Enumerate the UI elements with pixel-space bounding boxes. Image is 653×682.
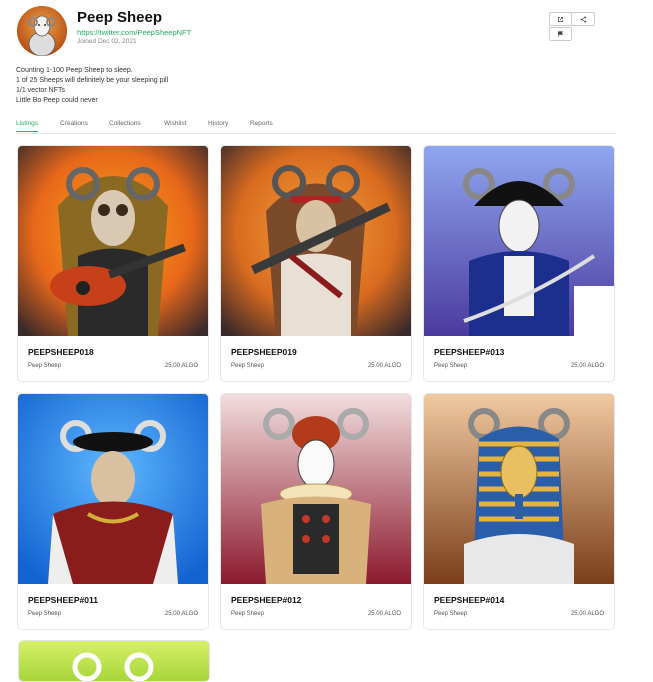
nft-card[interactable]: PEEPSHEEP#011 Peep Sheep 25.00 ALGO (17, 393, 209, 630)
share-button[interactable] (571, 12, 595, 26)
tab-wishlist[interactable]: Wishlist (164, 120, 186, 131)
nft-image (18, 146, 208, 336)
nft-card[interactable] (18, 640, 210, 682)
tab-listings[interactable]: Listings (16, 120, 39, 132)
tab-history[interactable]: History (208, 120, 228, 131)
external-link-icon (558, 16, 563, 22)
profile-bio: Counting 1-100 Peep Sheep to sleep. 1 of… (16, 66, 168, 106)
nft-creator: Peep Sheep (28, 363, 62, 369)
open-link-button[interactable] (549, 12, 572, 26)
nft-title: PEEPSHEEP#013 (434, 347, 505, 357)
nft-price: 25.00 ALGO (164, 611, 198, 617)
report-button[interactable] (549, 27, 572, 41)
nft-price: 25.00 ALGO (367, 611, 401, 617)
bio-line: 1 of 25 Sheeps will definitely be your s… (16, 77, 169, 84)
nft-price: 25.00 ALGO (570, 363, 604, 369)
tab-collections[interactable]: Collections (109, 120, 141, 131)
nft-title: PEEPSHEEP019 (231, 347, 297, 357)
nft-card[interactable]: PEEPSHEEP#012 Peep Sheep 25.00 ALGO (220, 393, 412, 630)
nft-creator: Peep Sheep (231, 611, 265, 617)
nft-image (424, 146, 614, 336)
tab-creations[interactable]: Creations (60, 120, 88, 131)
bio-line: Little Bo Peep could never (16, 97, 98, 104)
profile-avatar (17, 6, 67, 56)
nft-creator: Peep Sheep (434, 611, 468, 617)
bio-line: 1/1 vector NFTs (16, 87, 66, 94)
nft-title: PEEPSHEEP#014 (434, 595, 505, 605)
nft-creator: Peep Sheep (434, 363, 468, 369)
share-icon (580, 15, 586, 23)
nft-image (19, 641, 209, 681)
nft-card[interactable]: PEEPSHEEP#013 Peep Sheep 25.00 ALGO (423, 145, 615, 382)
nft-creator: Peep Sheep (28, 611, 62, 617)
nft-image (18, 394, 208, 584)
profile-joined-date: Joined Dec 02, 2021 (77, 38, 137, 45)
nft-card[interactable]: PEEPSHEEP#014 Peep Sheep 25.00 ALGO (423, 393, 615, 630)
nft-price: 25.00 ALGO (367, 363, 401, 369)
bio-line: Counting 1-100 Peep Sheep to sleep. (16, 67, 133, 74)
nft-card[interactable]: PEEPSHEEP018 Peep Sheep 25.00 ALGO (17, 145, 209, 382)
nft-image (424, 394, 614, 584)
nft-title: PEEPSHEEP#012 (231, 595, 302, 605)
nft-image (221, 146, 411, 336)
nft-price: 25.00 ALGO (570, 611, 604, 617)
nft-title: PEEPSHEEP#011 (28, 595, 98, 605)
flag-icon (558, 30, 564, 37)
nft-creator: Peep Sheep (231, 363, 265, 369)
nft-title: PEEPSHEEP018 (28, 347, 94, 357)
nft-price: 25.00 ALGO (164, 363, 198, 369)
profile-tabs: Listings Creations Collections Wishlist … (16, 118, 616, 134)
tab-reports[interactable]: Reports (250, 120, 273, 131)
profile-name: Peep Sheep (77, 9, 163, 26)
profile-twitter-link[interactable]: https://twitter.com/PeepSheepNFT (77, 28, 191, 37)
nft-card[interactable]: PEEPSHEEP019 Peep Sheep 25.00 ALGO (220, 145, 412, 382)
nft-image (221, 394, 411, 584)
